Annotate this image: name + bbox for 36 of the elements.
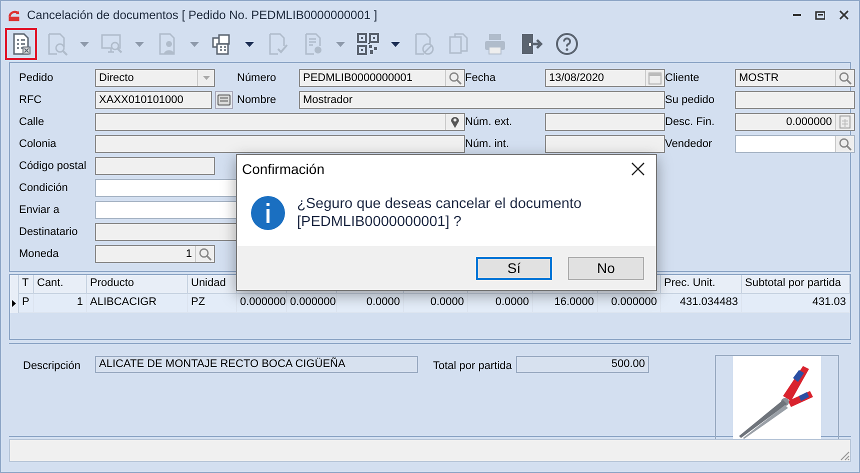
dialog-title: Confirmación — [242, 161, 326, 177]
description-label: Descripción — [23, 360, 82, 372]
table-cell: 0.0000 — [468, 294, 533, 313]
table-cell: 0.0000 — [404, 294, 468, 313]
field-label: Su pedido — [665, 94, 716, 106]
field-label: Nombre — [237, 94, 278, 106]
field-label: Desc. Fin. — [665, 116, 716, 128]
field-label: Pedido — [19, 72, 54, 84]
table-cell: PZ — [188, 294, 237, 313]
table-cell: 0.0000 — [337, 294, 404, 313]
table-cell: 0.000000 — [237, 294, 287, 313]
field-label: Núm. int. — [465, 138, 510, 150]
field-label: Destinatario — [19, 226, 79, 238]
table-cell: 431.034483 — [661, 294, 742, 313]
field-label: Núm. ext. — [465, 116, 514, 128]
table-cell: 0.000000 — [598, 294, 661, 313]
field-label: Colonia — [19, 138, 58, 150]
field-label: Calle — [19, 116, 46, 128]
table-cell: ALIBCACIGR — [87, 294, 188, 313]
confirmation-message: ¿Seguro que deseas cancelar el documento [PEDMLIB0000000001] ? — [297, 194, 583, 230]
field-label: Fecha — [465, 72, 497, 84]
field-label: RFC — [19, 94, 43, 106]
field-label: Cliente — [665, 72, 700, 84]
table-cell: P — [19, 294, 34, 313]
field-label: Vendedor — [665, 138, 714, 150]
window-title: Cancelación de documentos [ Pedido No. PEDMLIB0000000001 ] — [27, 8, 378, 22]
table-cell: 16.0000 — [533, 294, 598, 313]
field-label: Enviar a — [19, 204, 60, 216]
field-label: Número — [237, 72, 278, 84]
field-label: Código postal — [19, 160, 88, 172]
table-cell: 431.03 — [742, 294, 850, 313]
table-cell: 1 — [34, 294, 87, 313]
field-label: Condición — [19, 182, 69, 194]
total-label: Total por partida — [433, 360, 513, 372]
table-cell: 0.000000 — [287, 294, 337, 313]
field-label: Moneda — [19, 248, 60, 260]
